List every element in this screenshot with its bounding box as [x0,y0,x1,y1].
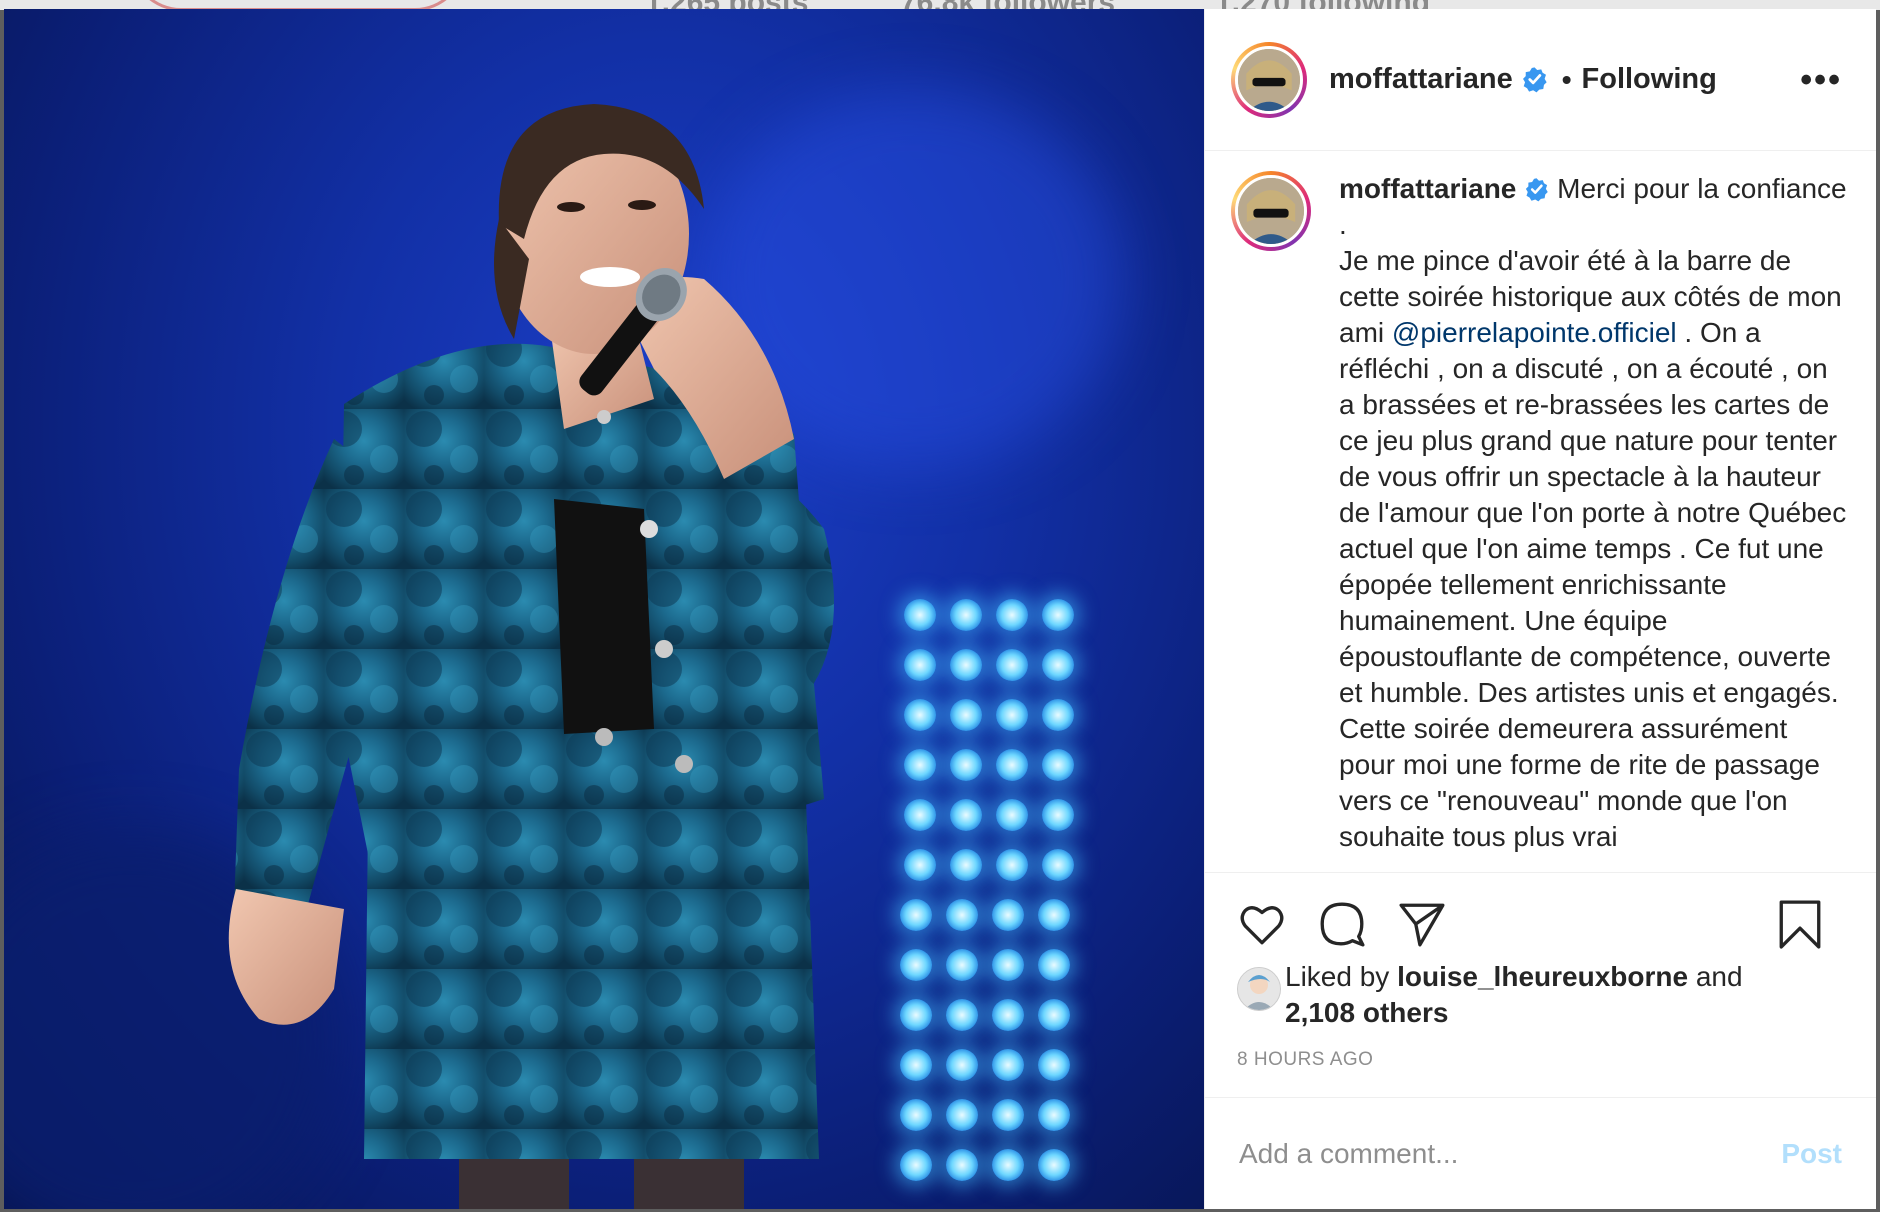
liker-avatar[interactable] [1237,967,1281,1011]
comment-bar: Post [1205,1097,1876,1209]
author-avatar[interactable] [1231,41,1307,118]
following-button[interactable]: Following [1582,63,1717,96]
likes-summary: Liked by louise_lheureuxborne and 2,108 … [1205,961,1876,1031]
share-icon[interactable] [1397,899,1447,949]
comment-input[interactable] [1237,1136,1782,1171]
caption-verified-badge-icon [1526,178,1549,202]
action-bar [1205,873,1876,971]
performer-figure [228,104,834,1209]
caption-username[interactable]: moffattariane [1339,173,1516,204]
caption-body-part2: . On a réfléchi , on a discuté , on a éc… [1339,317,1847,852]
post-header: moffattariane • Following ••• [1205,9,1876,151]
header-separator: • [1561,63,1572,95]
comment-icon[interactable] [1317,899,1367,949]
verified-badge-icon [1522,67,1547,93]
likes-others-link[interactable]: 2,108 others [1285,997,1448,1028]
post-comment-button[interactable]: Post [1781,1138,1842,1170]
post-side-panel: moffattariane • Following ••• moffattari… [1204,9,1876,1209]
post-image[interactable] [4,9,1204,1209]
heart-icon[interactable] [1237,899,1287,949]
caption-scroll-area[interactable]: moffattariane Merci pour la confiance . … [1205,151,1876,873]
liker-avatar-image [1238,968,1280,1010]
post-timestamp[interactable]: 8 HOURS AGO [1205,1049,1876,1071]
more-options-icon[interactable]: ••• [1800,61,1842,100]
author-avatar-image [1238,48,1300,111]
caption-mention-link[interactable]: @pierrelapointe.officiel [1392,317,1677,348]
bookmark-icon[interactable] [1775,899,1825,949]
caption-avatar[interactable] [1231,171,1311,251]
caption-row: moffattariane Merci pour la confiance . … [1205,151,1876,855]
caption-text: moffattariane Merci pour la confiance . … [1339,171,1849,855]
post-modal: moffattariane • Following ••• moffattari… [4,9,1876,1209]
author-username[interactable]: moffattariane [1329,63,1513,96]
caption-avatar-image [1238,178,1304,244]
